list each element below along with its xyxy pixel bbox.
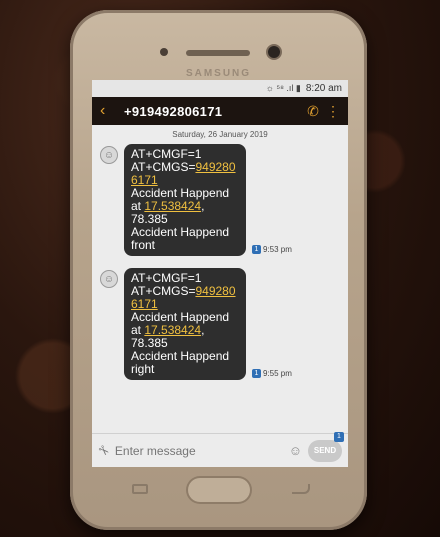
proximity-sensor <box>160 48 168 56</box>
message-text: at <box>131 199 145 213</box>
message-bubble[interactable]: AT+CMGF=1 AT+CMGS=949280 6171 Accident H… <box>124 268 246 380</box>
message-meta: 1 9:55 pm <box>252 369 292 378</box>
status-time: 8:20 am <box>305 83 342 94</box>
call-icon[interactable]: ✆ <box>300 103 326 120</box>
message-bubble[interactable]: AT+CMGF=1 AT+CMGS=949280 6171 Accident H… <box>124 144 246 256</box>
phone-link[interactable]: 6171 <box>131 173 158 187</box>
home-button[interactable] <box>188 478 250 502</box>
back-arrow-icon[interactable]: ‹ <box>100 102 124 120</box>
status-bar: ☼ ⁵⁸ .ıl ▮ 8:20 am <box>92 80 348 97</box>
message-text: AT+CMGS= <box>131 284 196 298</box>
status-icons: ☼ ⁵⁸ .ıl ▮ <box>265 83 301 93</box>
number-link[interactable]: 17.538424 <box>144 199 201 213</box>
message-text: , <box>201 199 205 213</box>
message-item[interactable]: ☺ AT+CMGF=1 AT+CMGS=949280 6171 Accident… <box>92 144 348 256</box>
sim-badge: 1 <box>252 245 261 254</box>
message-text: AT+CMGS= <box>131 160 196 174</box>
number-link[interactable]: 17.538424 <box>144 323 201 337</box>
message-text: at <box>131 323 145 337</box>
phone-link[interactable]: 6171 <box>131 297 158 311</box>
phone-screen: ☼ ⁵⁸ .ıl ▮ 8:20 am ‹ +919492806171 ✆ ⋮ S… <box>92 80 348 467</box>
message-text: , <box>201 323 205 337</box>
front-camera <box>268 46 280 58</box>
phone-link[interactable]: 949280 <box>195 284 235 298</box>
brand-logo: SAMSUNG <box>185 68 252 79</box>
avatar: ☺ <box>100 146 118 164</box>
recent-apps-key[interactable] <box>132 484 148 494</box>
emoji-icon[interactable]: ☺ <box>289 443 302 458</box>
message-time: 9:55 pm <box>263 369 292 378</box>
conversation-header: ‹ +919492806171 ✆ ⋮ <box>92 97 348 125</box>
contact-number: +919492806171 <box>124 103 223 119</box>
message-meta: 1 9:53 pm <box>252 245 292 254</box>
date-separator: Saturday, 26 January 2019 <box>172 130 268 139</box>
message-line: front <box>131 238 156 252</box>
back-key[interactable] <box>292 484 310 494</box>
phone-link[interactable]: 949280 <box>195 160 235 174</box>
send-sim-badge: 1 <box>334 431 344 442</box>
more-options-icon[interactable]: ⋮ <box>326 103 340 120</box>
phone-top-bezel: SAMSUNG <box>100 24 337 84</box>
message-item[interactable]: ☺ AT+CMGF=1 AT+CMGS=949280 6171 Accident… <box>92 268 348 380</box>
message-line: right <box>131 362 155 376</box>
avatar: ☺ <box>100 270 118 288</box>
message-time: 9:53 pm <box>263 245 292 254</box>
message-input[interactable] <box>114 443 283 458</box>
phone-bottom-bezel <box>70 470 367 530</box>
compose-bar: ✂ ☺ SEND 1 <box>92 431 348 467</box>
earpiece-speaker <box>186 50 250 56</box>
send-wrapper: SEND 1 <box>308 431 344 462</box>
send-button[interactable]: SEND <box>308 439 342 462</box>
sim-badge: 1 <box>252 369 261 378</box>
paperclip-icon[interactable]: ✂ <box>94 441 113 460</box>
